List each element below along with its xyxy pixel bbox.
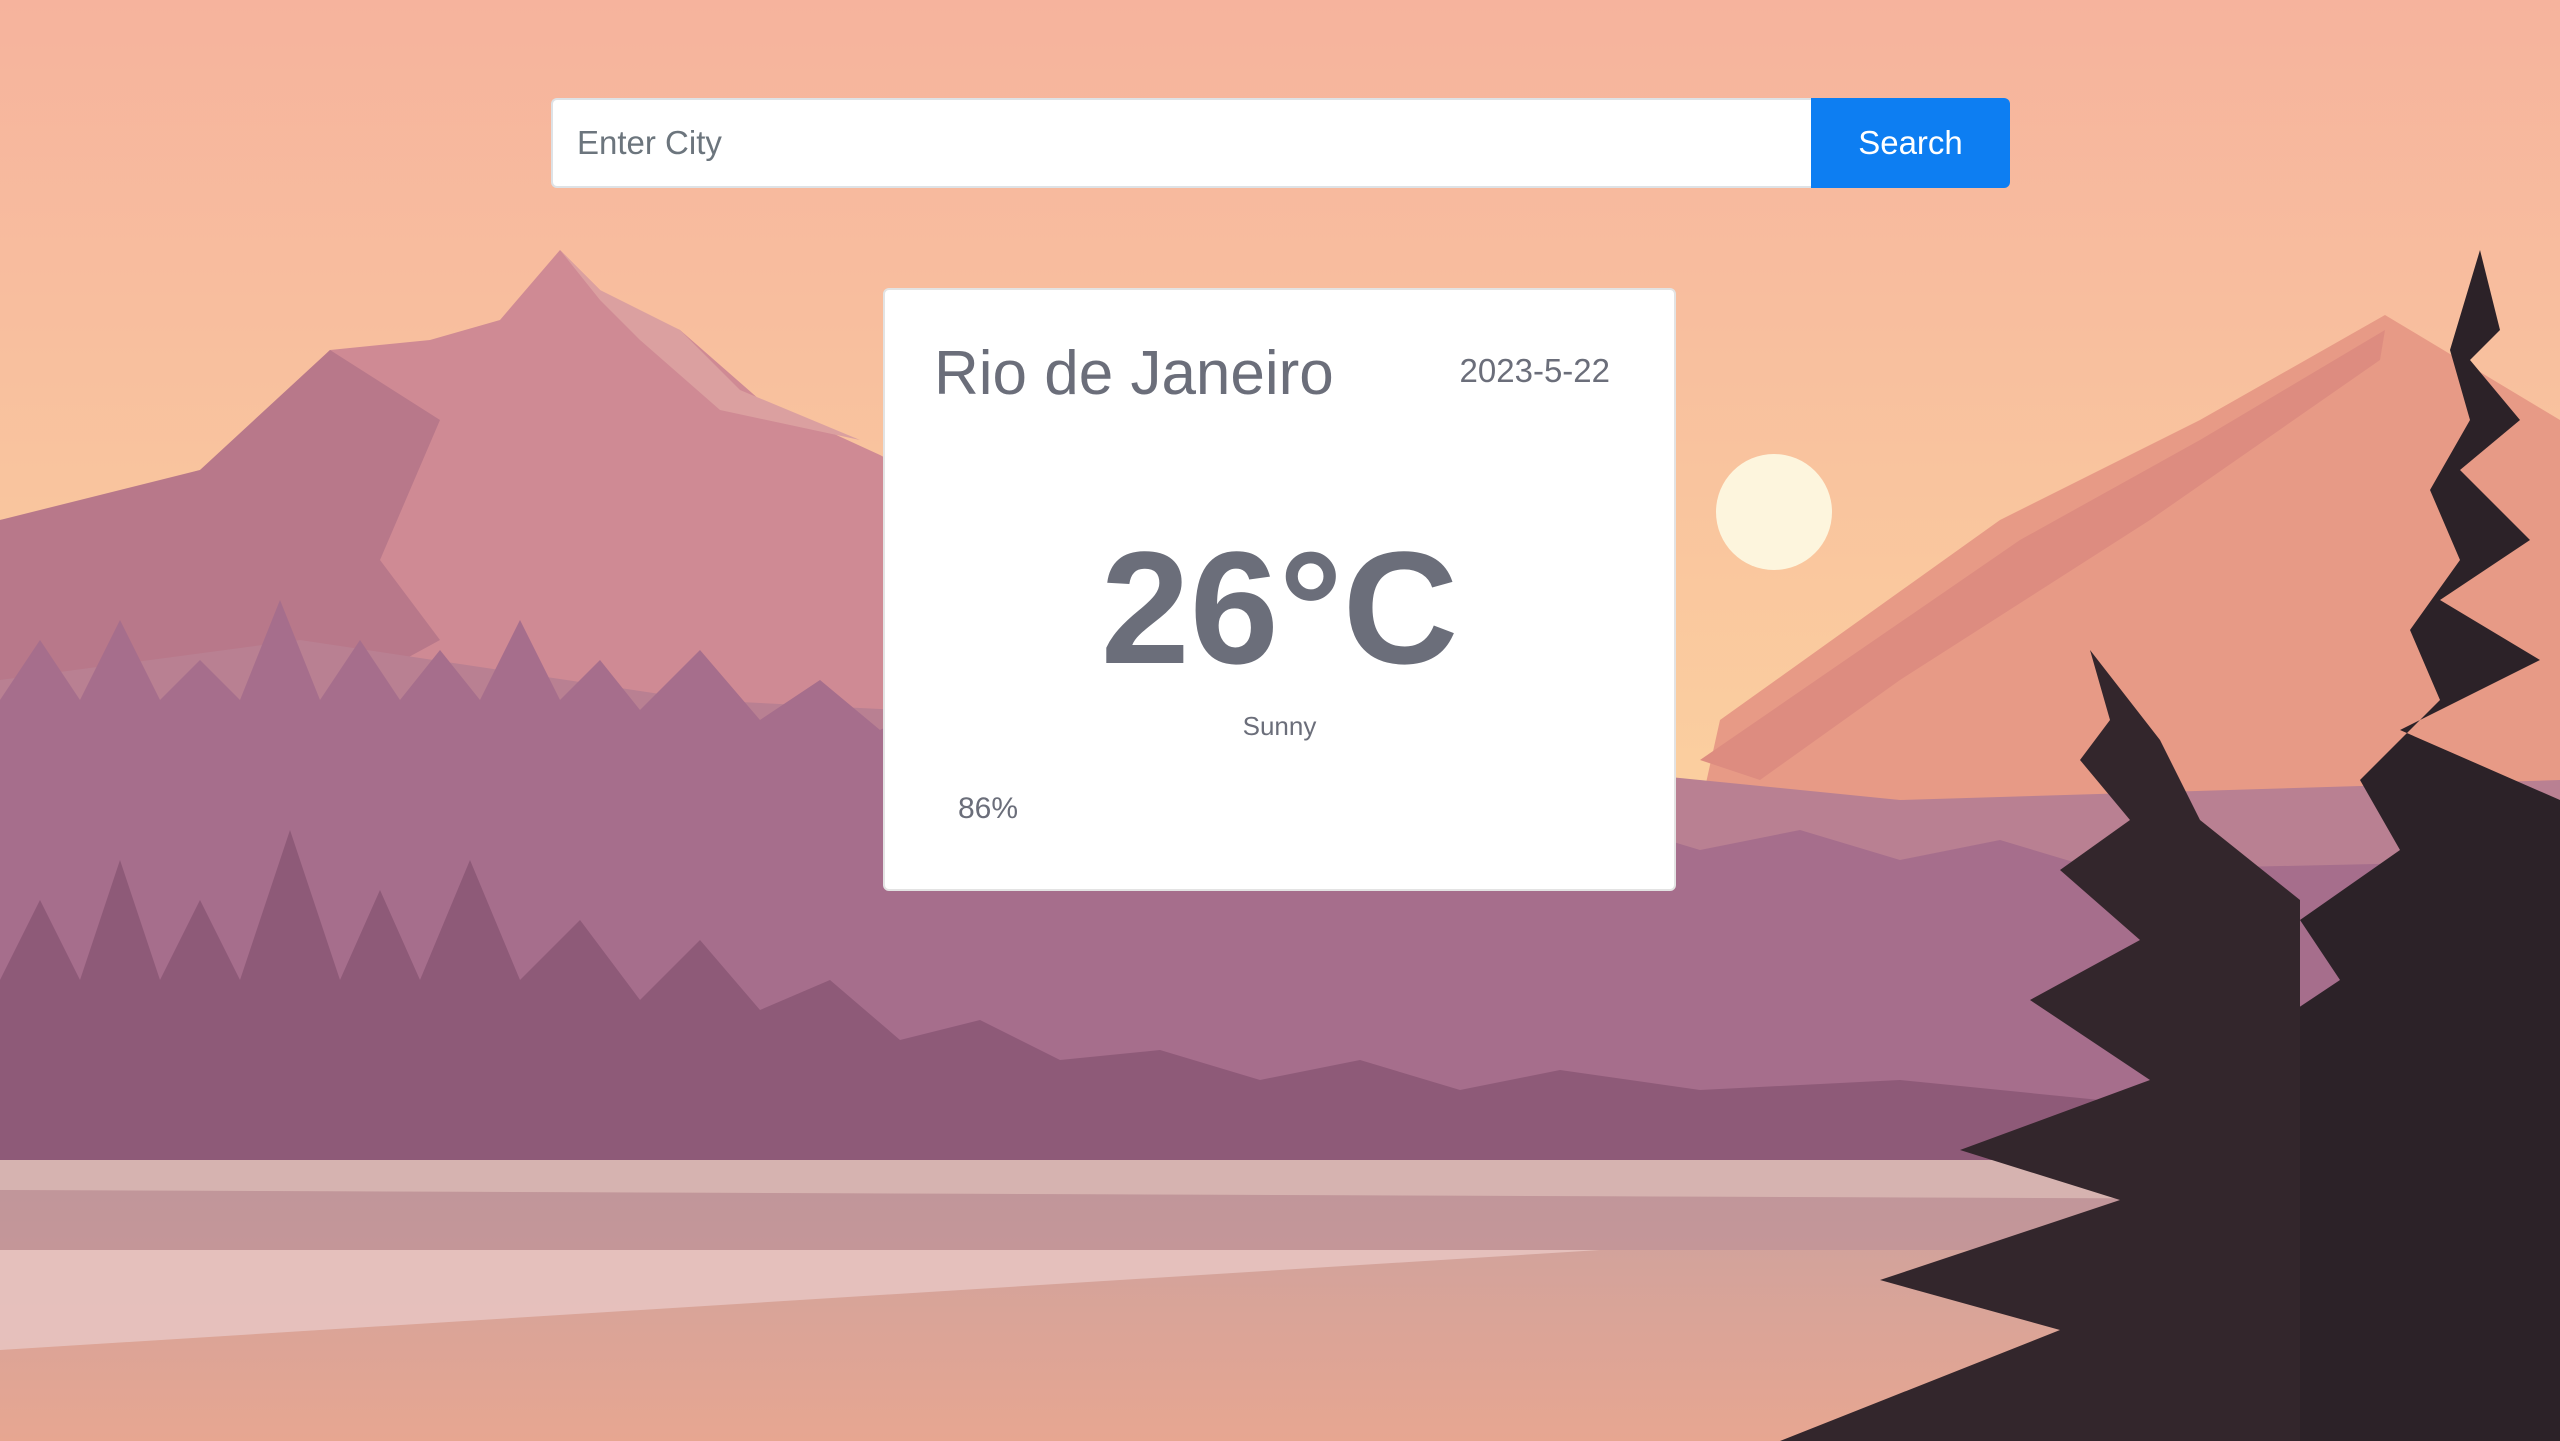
temperature: 26°C — [1100, 518, 1459, 697]
search-button[interactable]: Search — [1811, 98, 2010, 188]
city-search-input[interactable] — [551, 98, 1811, 188]
weather-condition: Sunny — [1242, 711, 1317, 741]
sun — [1716, 454, 1832, 570]
search-bar: Search — [551, 98, 2010, 188]
weather-date: 2023-5-22 — [1459, 352, 1610, 389]
humidity: 86% — [958, 792, 1019, 825]
city-name: Rio de Janeiro — [934, 339, 1334, 408]
weather-card: Rio de Janeiro 2023-5-22 26°C Sunny 86% — [883, 288, 1676, 891]
